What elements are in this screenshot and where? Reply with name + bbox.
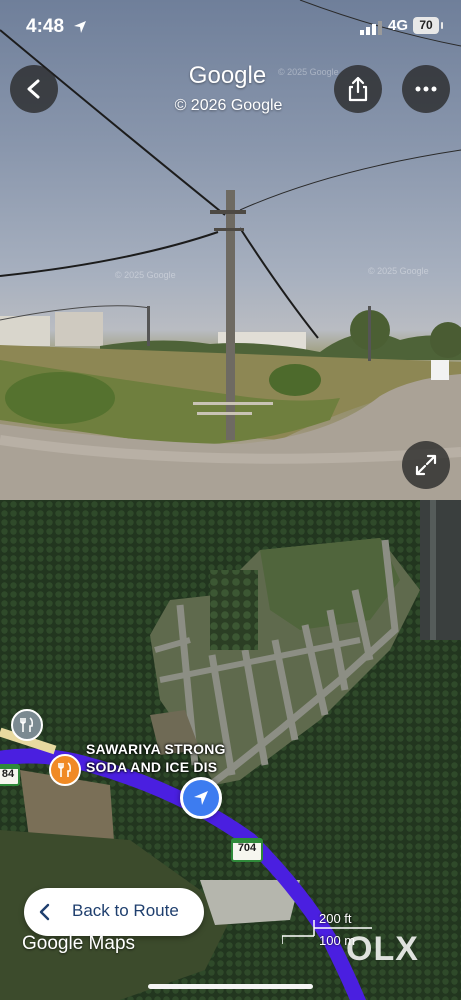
expand-button[interactable]	[402, 441, 450, 489]
cellular-signal-icon	[360, 21, 382, 35]
route-shield-84: 84	[0, 764, 20, 786]
fork-knife-icon	[58, 762, 72, 777]
scale-imperial: 200 ft	[319, 911, 352, 926]
status-time: 4:48	[26, 16, 65, 37]
restaurant-marker-grey[interactable]	[11, 709, 43, 741]
olx-watermark: OLX	[346, 930, 419, 968]
more-horizontal-icon	[415, 86, 437, 92]
share-button[interactable]	[334, 65, 382, 113]
fork-knife-icon	[20, 717, 34, 732]
location-arrow-icon	[74, 21, 86, 33]
battery-icon: 70	[413, 17, 443, 34]
share-icon	[348, 76, 368, 102]
restaurant-marker[interactable]	[49, 754, 81, 786]
network-type: 4G	[388, 17, 409, 34]
street-view-copyright: © 2026 Google	[174, 97, 283, 114]
navigation-arrow-icon	[194, 791, 208, 805]
more-options-button[interactable]	[402, 65, 450, 113]
google-maps-logo: Google Maps	[22, 933, 136, 954]
back-to-route-label: Back to Route	[72, 901, 179, 920]
expand-icon	[415, 454, 437, 476]
street-view-watermark: © 2025 Google	[115, 270, 176, 280]
route-shield-704: 704	[231, 838, 263, 862]
chevron-left-icon	[39, 903, 50, 921]
satellite-map[interactable]: SAWARIYA STRONG SODA AND ICE DIS 704 84 …	[0, 500, 461, 1000]
street-view-watermark: © 2025 Google	[368, 266, 429, 276]
street-view-panel[interactable]: 4:48 4G 70 Google © 2026 Google © 2025 G…	[0, 0, 461, 500]
status-bar: 4:48 4G 70	[0, 14, 461, 42]
current-location-marker[interactable]	[180, 777, 222, 819]
poi-label[interactable]: SAWARIYA STRONG SODA AND ICE DIS	[86, 740, 226, 776]
street-view-watermark: © 2025 Google	[278, 67, 339, 77]
back-to-route-button[interactable]: Back to Route	[24, 888, 204, 936]
street-view-title: Google	[188, 62, 267, 89]
home-indicator[interactable]	[148, 984, 313, 989]
